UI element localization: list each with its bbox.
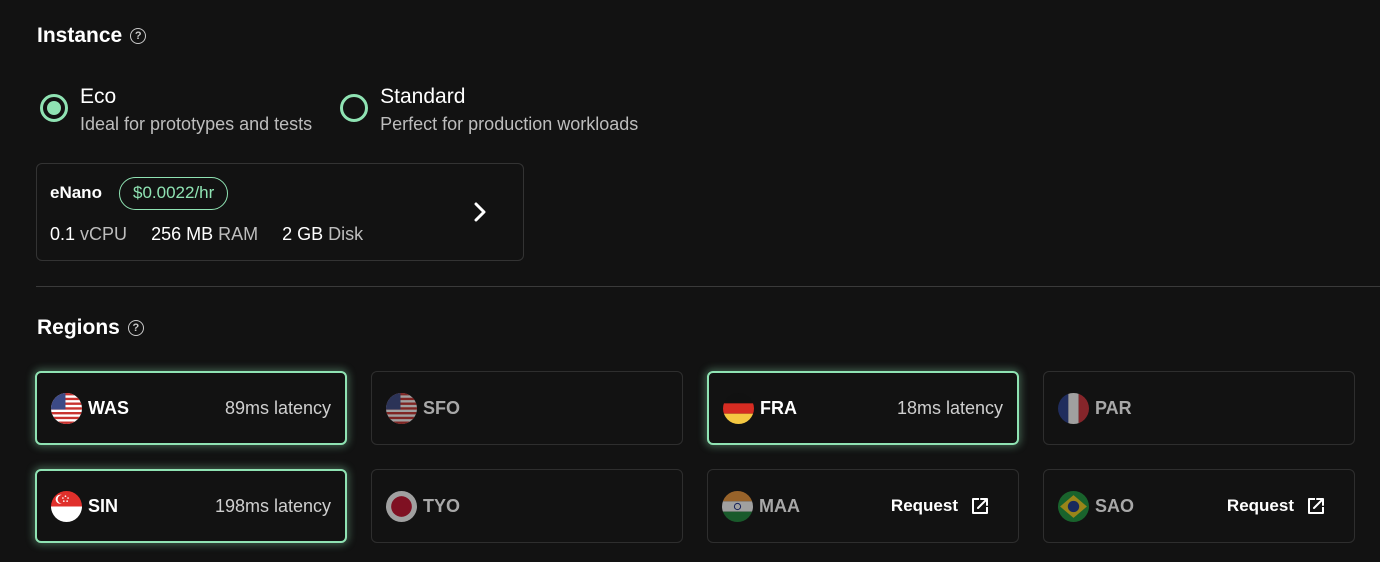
fr-flag-icon — [1058, 392, 1089, 424]
spec-cpu: 0.1 vCPU — [50, 224, 128, 244]
instance-section-title: Instance ? — [37, 24, 147, 48]
region-card-sfo[interactable]: SFO — [371, 371, 683, 445]
spec-disk: 2 GB Disk — [282, 224, 364, 244]
us-flag-icon — [51, 392, 82, 424]
region-code: MAA — [759, 495, 800, 516]
region-code: SIN — [88, 495, 119, 516]
regions-grid: WAS 89ms latency SFO FRA 18ms latency PA… — [35, 371, 1355, 543]
region-card-sao[interactable]: SAO Request — [1043, 469, 1355, 543]
sg-flag-icon — [51, 490, 82, 522]
br-flag-icon — [1058, 490, 1089, 522]
instance-option-description: Ideal for prototypes and tests — [80, 114, 313, 134]
radio-button-unchecked[interactable] — [340, 94, 369, 122]
spec-ram: 256 MB RAM — [151, 224, 259, 244]
region-code: SFO — [423, 397, 461, 418]
request-label: Request — [890, 496, 958, 515]
request-region-link[interactable]: Request — [891, 496, 990, 516]
region-card-was[interactable]: WAS 89ms latency — [35, 371, 347, 445]
external-link-icon — [1308, 498, 1324, 514]
region-code: WAS — [88, 397, 130, 418]
region-latency: 198ms latency — [214, 495, 331, 516]
region-latency: 89ms latency — [224, 397, 331, 418]
plan-specs: 0.1 vCPU 256 MB RAM 2 GB Disk — [50, 224, 363, 245]
us-flag-icon — [386, 392, 417, 424]
instance-type-radio-group: Eco Ideal for prototypes and tests Stand… — [40, 84, 638, 136]
external-link-icon — [972, 498, 988, 514]
region-code: PAR — [1095, 397, 1132, 418]
request-region-link[interactable]: Request — [1227, 496, 1326, 516]
region-latency: 18ms latency — [896, 397, 1003, 418]
region-code: TYO — [423, 495, 461, 516]
in-flag-icon — [722, 490, 753, 522]
region-card-par[interactable]: PAR — [1043, 371, 1355, 445]
price-badge: $0.0022/hr — [119, 177, 229, 210]
instance-option-description: Perfect for production workloads — [380, 114, 639, 134]
region-code: FRA — [760, 397, 797, 418]
instance-option-eco[interactable]: Eco Ideal for prototypes and tests — [40, 84, 312, 136]
de-flag-icon — [723, 392, 754, 424]
jp-flag-icon — [386, 490, 417, 522]
region-card-sin[interactable]: SIN 198ms latency — [35, 469, 347, 543]
region-code: SAO — [1095, 495, 1135, 516]
plan-name: eNano — [50, 183, 102, 202]
radio-button-checked[interactable] — [40, 94, 68, 122]
plan-selector-card[interactable]: eNano $0.0022/hr 0.1 vCPU 256 MB RAM 2 G… — [36, 163, 524, 261]
deploy-config-panel: Instance ? Eco Ideal for prototypes and … — [0, 0, 1380, 562]
instance-option-standard[interactable]: Standard Perfect for production workload… — [340, 84, 638, 136]
instance-option-label: Standard — [380, 85, 466, 108]
question-circle-icon[interactable]: ? — [127, 320, 144, 336]
regions-title-text: Regions — [37, 316, 120, 339]
region-card-maa[interactable]: MAA Request — [707, 469, 1019, 543]
question-circle-icon[interactable]: ? — [130, 28, 147, 44]
request-label: Request — [1226, 496, 1294, 515]
chevron-right-icon[interactable] — [473, 201, 487, 223]
instance-title-text: Instance — [37, 24, 123, 47]
section-divider — [36, 286, 1380, 287]
region-card-fra[interactable]: FRA 18ms latency — [707, 371, 1019, 445]
regions-section-title: Regions ? — [37, 316, 144, 340]
region-card-tyo[interactable]: TYO — [371, 469, 683, 543]
instance-option-label: Eco — [80, 85, 117, 108]
